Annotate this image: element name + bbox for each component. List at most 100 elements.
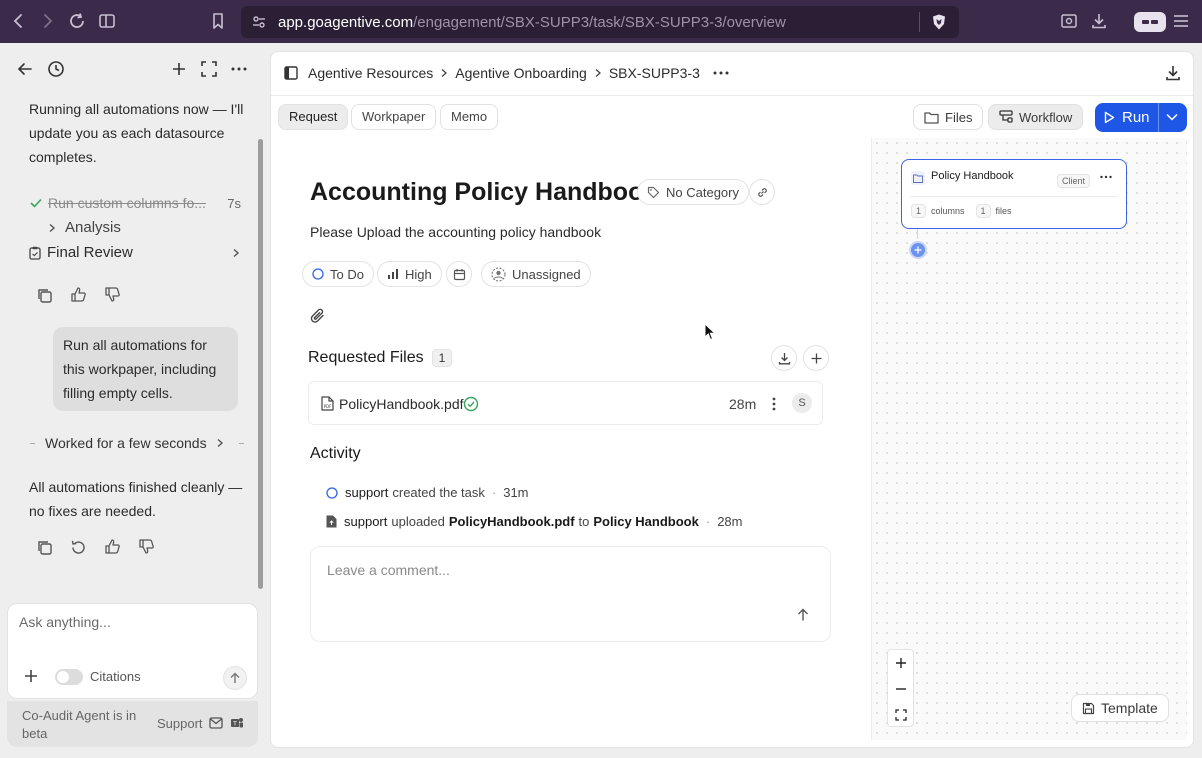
due-date-button[interactable]	[446, 261, 472, 287]
workflow-button[interactable]: Workflow	[988, 104, 1084, 130]
task-description[interactable]: Please Upload the accounting policy hand…	[310, 224, 601, 240]
new-chat-icon[interactable]	[170, 60, 188, 78]
activity-preposition: to	[578, 514, 590, 529]
comment-input[interactable]: Leave a comment...	[327, 562, 450, 578]
download-files-button[interactable]	[771, 345, 797, 371]
breadcrumb-item-resources[interactable]: Agentive Resources	[308, 65, 433, 81]
thumbs-down-icon[interactable]	[138, 538, 155, 555]
send-button[interactable]	[223, 666, 247, 690]
back-arrow-icon[interactable]	[16, 60, 34, 78]
site-settings-icon[interactable]	[251, 14, 267, 30]
task-panel: Agentive Resources Agentive Onboarding S…	[270, 51, 1194, 748]
chevron-right-icon	[595, 69, 601, 77]
add-file-button[interactable]	[803, 345, 829, 371]
node-more-icon[interactable]	[1099, 170, 1113, 184]
bookmark-icon[interactable]	[209, 12, 229, 32]
files-label: files	[995, 206, 1012, 216]
thumbs-up-icon[interactable]	[104, 538, 121, 555]
zoom-in-button[interactable]	[888, 650, 913, 676]
assignee-chip[interactable]: Unassigned	[481, 261, 591, 287]
breadcrumb-item-task[interactable]: SBX-SUPP3-3	[609, 65, 700, 81]
template-button[interactable]: Template	[1071, 694, 1169, 722]
citations-toggle[interactable]	[55, 669, 83, 685]
task-title[interactable]: Accounting Policy Handbook	[310, 178, 657, 207]
forward-icon[interactable]	[38, 12, 58, 32]
analysis-toggle[interactable]: Analysis	[47, 219, 121, 236]
activity-file-link[interactable]: PolicyHandbook.pdf	[449, 514, 575, 529]
chat-input-box[interactable]: Ask anything... Citations	[7, 603, 258, 699]
paperclip-icon[interactable]	[309, 307, 327, 325]
file-more-icon[interactable]	[771, 396, 777, 412]
thumbs-up-icon[interactable]	[70, 286, 87, 303]
final-review-item[interactable]: Final Review	[29, 244, 241, 261]
panel-toggle-icon[interactable]	[283, 65, 299, 81]
submit-comment-arrow-icon[interactable]	[796, 608, 810, 622]
expand-icon[interactable]	[200, 60, 218, 78]
reader-mode-icon[interactable]	[1060, 12, 1080, 32]
brave-shield-icon[interactable]	[930, 13, 948, 31]
url-text: app.goagentive.com/engagement/SBX-SUPP3/…	[278, 14, 786, 31]
status-chip[interactable]: To Do	[302, 261, 374, 287]
add-node-button[interactable]	[909, 241, 927, 259]
chat-scrollbar[interactable]	[258, 139, 263, 589]
divider-left	[30, 442, 35, 444]
zoom-controls	[887, 649, 914, 727]
copy-icon[interactable]	[36, 539, 53, 556]
file-row[interactable]: PDF PolicyHandbook.pdf 28m S	[308, 381, 823, 425]
citations-label: Citations	[90, 669, 141, 684]
chevron-right-icon	[217, 438, 223, 448]
circle-status-icon	[312, 268, 324, 280]
downloads-icon[interactable]	[1090, 12, 1110, 32]
sidebar-toggle-icon[interactable]	[98, 12, 118, 32]
run-button[interactable]: Run	[1095, 103, 1157, 132]
zoom-out-button[interactable]	[888, 676, 913, 702]
email-icon[interactable]	[209, 717, 223, 729]
more-horizontal-icon[interactable]	[712, 68, 730, 78]
download-icon[interactable]	[1164, 64, 1182, 82]
menu-icon[interactable]	[1172, 12, 1192, 32]
thumbs-down-icon[interactable]	[104, 286, 121, 303]
history-icon[interactable]	[47, 60, 65, 78]
reload-icon[interactable]	[68, 12, 88, 32]
more-options-icon[interactable]	[230, 60, 248, 78]
teams-icon[interactable]: T	[230, 716, 244, 730]
comment-box[interactable]: Leave a comment...	[310, 546, 831, 642]
run-dropdown-chevron-icon[interactable]	[1165, 112, 1179, 122]
arrow-up-icon	[230, 672, 240, 683]
category-chip[interactable]: No Category	[637, 179, 749, 205]
retry-icon[interactable]	[70, 539, 87, 556]
url-path: /engagement/SBX-SUPP3/task/SBX-SUPP3-3/o…	[413, 14, 786, 31]
fit-view-button[interactable]	[888, 702, 913, 728]
files-button[interactable]: Files	[913, 104, 984, 130]
status-label: To Do	[330, 266, 364, 282]
check-icon	[30, 198, 42, 208]
support-link[interactable]: Support	[157, 716, 203, 731]
tab-request[interactable]: Request	[278, 104, 349, 130]
chat-input[interactable]: Ask anything...	[19, 614, 111, 630]
back-icon[interactable]	[10, 12, 30, 32]
worked-toggle[interactable]: Worked for a few seconds	[30, 435, 244, 451]
final-review-label: Final Review	[47, 244, 133, 261]
template-label: Template	[1101, 700, 1158, 716]
columns-count: 1	[911, 204, 927, 218]
calendar-icon	[453, 268, 465, 280]
private-window-icon[interactable]	[1134, 12, 1166, 32]
breadcrumb-item-onboarding[interactable]: Agentive Onboarding	[455, 65, 587, 81]
address-bar[interactable]: app.goagentive.com/engagement/SBX-SUPP3/…	[241, 6, 959, 38]
toggle-knob	[57, 671, 69, 683]
attach-plus-icon[interactable]	[23, 668, 39, 684]
step-run-custom-columns[interactable]: Run custom columns fo... 7s	[29, 195, 241, 211]
priority-label: High	[405, 266, 432, 282]
workflow-canvas[interactable]: Policy Handbook Client 1 columns 1 files	[871, 138, 1187, 740]
activity-heading: Activity	[310, 445, 361, 462]
file-name[interactable]: PolicyHandbook.pdf	[339, 396, 464, 412]
folder-icon	[924, 111, 939, 124]
workflow-node-policy-handbook[interactable]: Policy Handbook Client 1 columns 1 files	[901, 159, 1127, 229]
priority-chip[interactable]: High	[377, 261, 442, 287]
tab-memo[interactable]: Memo	[440, 104, 499, 130]
tab-workpaper[interactable]: Workpaper	[351, 104, 437, 130]
activity-target-link[interactable]: Policy Handbook	[593, 514, 698, 529]
copy-icon[interactable]	[36, 287, 53, 304]
chevron-right-icon	[441, 69, 448, 77]
link-button[interactable]	[749, 179, 775, 205]
